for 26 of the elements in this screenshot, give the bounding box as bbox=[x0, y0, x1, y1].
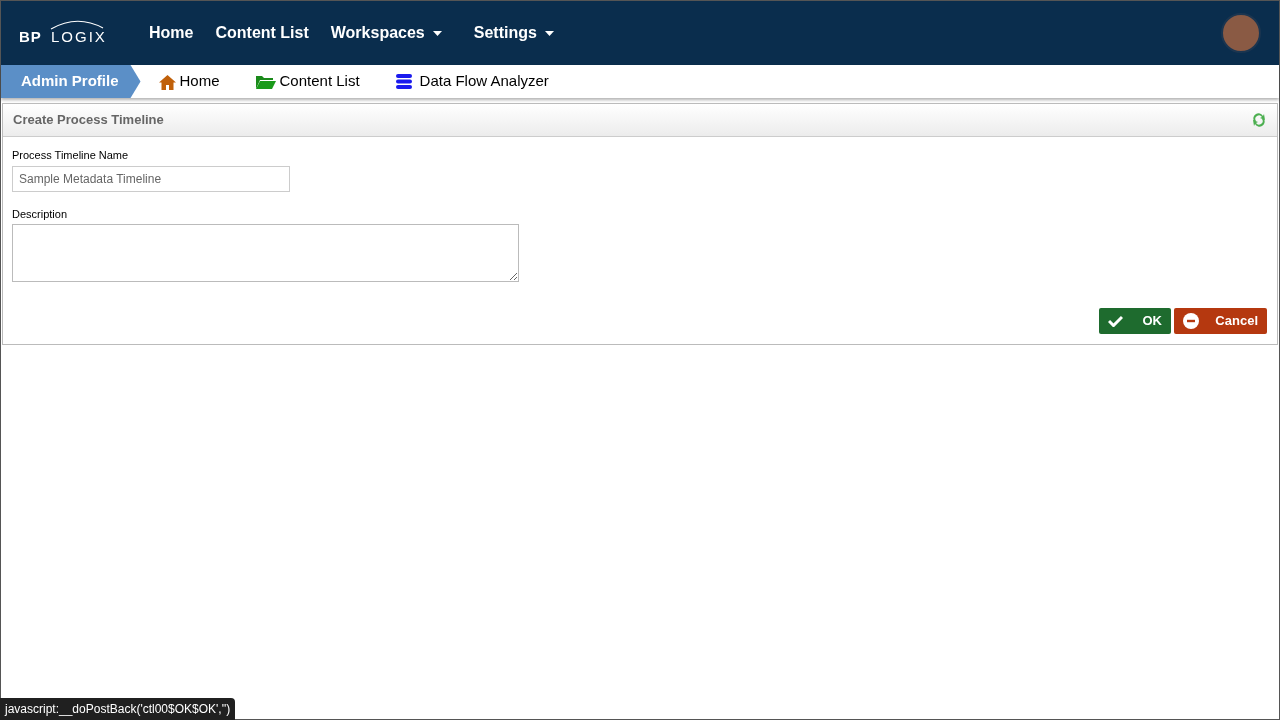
description-field[interactable] bbox=[12, 224, 519, 282]
refresh-icon[interactable] bbox=[1251, 112, 1267, 128]
breadcrumb-current: Admin Profile bbox=[1, 65, 141, 98]
checkmark-icon bbox=[1108, 315, 1123, 327]
ok-button[interactable]: OK bbox=[1099, 308, 1171, 334]
logo[interactable]: BP LOGIX bbox=[19, 18, 105, 48]
database-icon bbox=[395, 74, 412, 89]
swoosh-icon bbox=[49, 18, 105, 30]
avatar[interactable] bbox=[1221, 13, 1261, 53]
caret-icon bbox=[432, 30, 442, 36]
field-label: Description bbox=[12, 206, 69, 222]
breadcrumb-link[interactable]: Data Flow Analyzer bbox=[395, 70, 549, 93]
folder-icon bbox=[255, 74, 276, 89]
house-icon bbox=[158, 73, 176, 90]
breadcrumb-link[interactable]: Content List bbox=[255, 70, 360, 93]
nav-link[interactable]: Content List bbox=[215, 21, 309, 45]
minus-circle-icon bbox=[1183, 313, 1199, 329]
nav-link[interactable]: Workspaces bbox=[330, 21, 442, 45]
caret-icon bbox=[544, 30, 554, 36]
field-label: Process Timeline Name bbox=[12, 148, 130, 163]
breadcrumb-link[interactable]: Home bbox=[158, 70, 220, 93]
nav-link[interactable]: Home bbox=[149, 21, 194, 45]
panel-title: Create Process Timeline bbox=[13, 111, 164, 130]
nav-link[interactable]: Settings bbox=[473, 21, 554, 45]
cancel-button[interactable]: Cancel bbox=[1174, 308, 1267, 334]
name-input-field[interactable]: Sample Metadata Timeline bbox=[12, 165, 290, 192]
